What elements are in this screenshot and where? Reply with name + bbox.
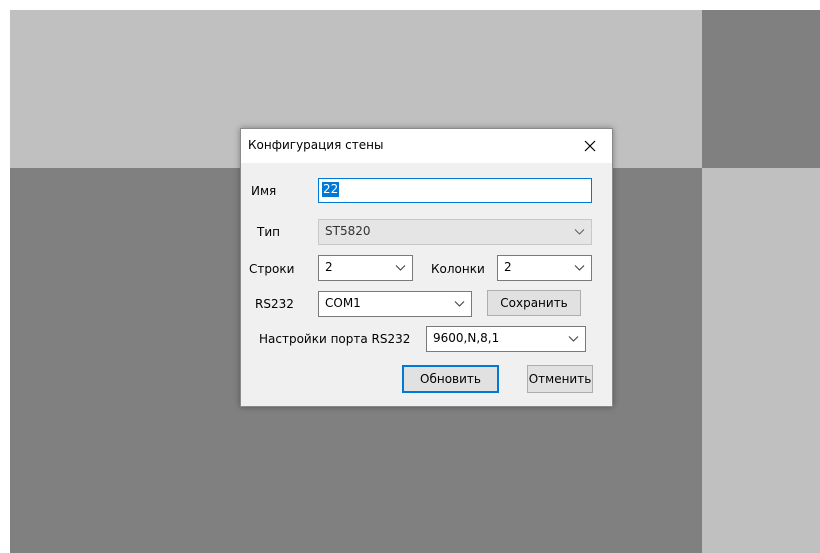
name-input[interactable]: 22 xyxy=(318,178,592,203)
chevron-down-icon xyxy=(568,336,579,342)
chevron-down-icon xyxy=(574,265,585,271)
wall-cell-bottom-right xyxy=(702,168,820,553)
close-icon xyxy=(584,140,596,152)
rs232-select[interactable]: COM1 xyxy=(318,291,472,317)
type-select-value: ST5820 xyxy=(325,224,371,238)
rows-select-value: 2 xyxy=(325,260,333,274)
chevron-down-icon xyxy=(395,265,406,271)
columns-select[interactable]: 2 xyxy=(497,255,592,281)
chevron-down-icon xyxy=(574,229,585,235)
columns-select-value: 2 xyxy=(504,260,512,274)
rows-label: Строки xyxy=(249,262,295,276)
dialog-titlebar: Конфигурация стены xyxy=(241,129,612,163)
type-label: Тип xyxy=(257,225,280,239)
type-select[interactable]: ST5820 xyxy=(318,219,592,245)
wall-cell-top-right xyxy=(702,10,820,168)
dialog-title: Конфигурация стены xyxy=(248,138,384,152)
port-settings-select[interactable]: 9600,N,8,1 xyxy=(426,326,586,352)
chevron-down-icon xyxy=(454,301,465,307)
save-button[interactable]: Сохранить xyxy=(487,290,581,316)
columns-label: Колонки xyxy=(431,262,485,276)
port-settings-label: Настройки порта RS232 xyxy=(259,332,411,346)
rows-select[interactable]: 2 xyxy=(318,255,413,281)
name-input-value: 22 xyxy=(322,182,340,197)
cancel-button[interactable]: Отменить xyxy=(527,365,593,393)
rs232-select-value: COM1 xyxy=(325,296,361,310)
port-settings-select-value: 9600,N,8,1 xyxy=(433,331,500,345)
rs232-label: RS232 xyxy=(255,297,294,311)
update-button[interactable]: Обновить xyxy=(402,365,499,393)
name-label: Имя xyxy=(251,184,277,198)
wall-config-dialog: Конфигурация стены Имя 22 Тип ST5820 Стр… xyxy=(240,128,613,407)
close-button[interactable] xyxy=(568,129,612,163)
